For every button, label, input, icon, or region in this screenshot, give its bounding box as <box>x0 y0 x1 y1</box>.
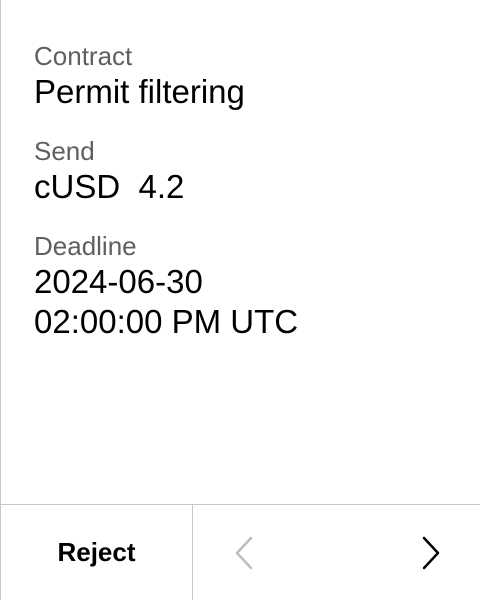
previous-page-button[interactable] <box>194 505 294 600</box>
send-amount: cUSD 4.2 <box>34 168 185 205</box>
field-list: Contract Permit filtering Send cUSD 4.2 … <box>34 40 460 342</box>
transaction-review-screen: Contract Permit filtering Send cUSD 4.2 … <box>0 0 480 600</box>
reject-button[interactable]: Reject <box>1 505 193 600</box>
deadline-value: 2024-06-30 02:00:00 PM UTC <box>34 262 460 342</box>
send-label: Send <box>34 136 95 166</box>
next-page-button[interactable] <box>381 505 480 600</box>
contract-field: Contract Permit filtering <box>34 40 460 112</box>
chevron-left-icon <box>235 536 253 569</box>
deadline-time: 02:00:00 PM UTC <box>34 303 299 340</box>
contract-value: Permit filtering <box>34 73 245 110</box>
deadline-date: 2024-06-30 <box>34 263 203 300</box>
footer-bar: Reject <box>1 504 480 600</box>
chevron-right-icon <box>422 536 440 569</box>
send-field: Send cUSD 4.2 <box>34 135 460 207</box>
contract-label: Contract <box>34 41 133 71</box>
deadline-field: Deadline 2024-06-30 02:00:00 PM UTC <box>34 230 460 342</box>
deadline-label: Deadline <box>34 231 137 261</box>
reject-label: Reject <box>57 537 136 567</box>
